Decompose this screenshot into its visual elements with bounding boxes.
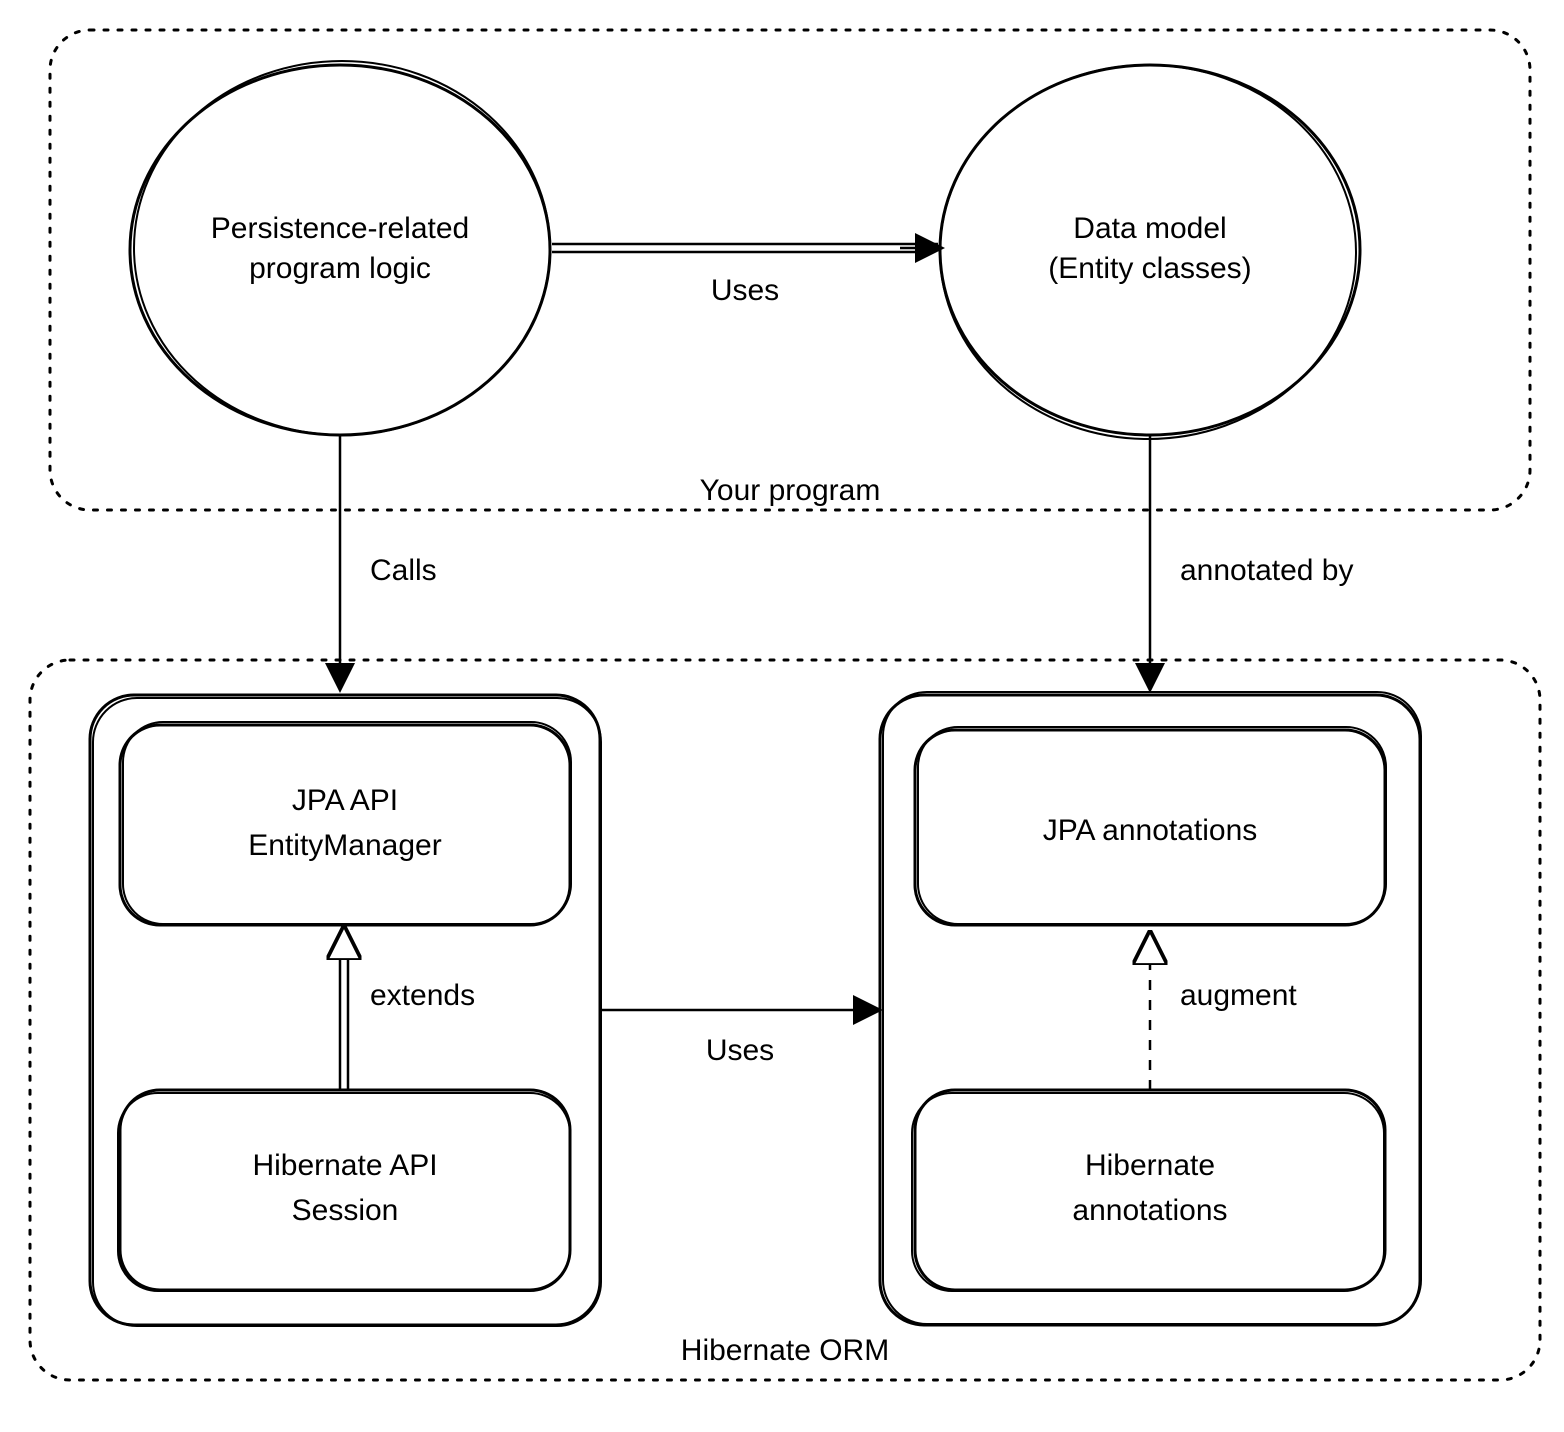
edge-extends-label: extends — [370, 979, 475, 1012]
group-your-program-label: Your program — [700, 474, 881, 507]
node-jpa-annotations-line1: JPA annotations — [1043, 814, 1258, 847]
node-data-model: Data model (Entity classes) — [940, 65, 1360, 439]
node-jpa-api-line1: JPA API — [292, 784, 398, 817]
node-hibernate-annotations-line2: annotations — [1072, 1194, 1227, 1227]
node-hibernate-api-line1: Hibernate API — [252, 1149, 437, 1182]
group-hibernate-orm-label: Hibernate ORM — [681, 1334, 889, 1367]
node-jpa-api-line2: EntityManager — [248, 829, 441, 862]
architecture-diagram: Your program Persistence-related program… — [0, 0, 1564, 1432]
node-program-logic-line1: Persistence-related — [211, 212, 469, 245]
edge-uses-top-label: Uses — [711, 274, 779, 307]
node-program-logic: Persistence-related program logic — [130, 61, 550, 435]
node-jpa-annotations: JPA annotations — [915, 727, 1386, 925]
node-data-model-line2: (Entity classes) — [1048, 252, 1251, 285]
node-hibernate-api: Hibernate API Session — [118, 1090, 570, 1291]
edge-annotated-by-label: annotated by — [1180, 554, 1353, 587]
edge-augment-label: augment — [1180, 979, 1297, 1012]
node-hibernate-annotations: Hibernate annotations — [912, 1090, 1385, 1291]
node-data-model-line1: Data model — [1073, 212, 1226, 245]
edge-uses-bottom-label: Uses — [706, 1034, 774, 1067]
node-hibernate-annotations-line1: Hibernate — [1085, 1149, 1215, 1182]
node-hibernate-api-line2: Session — [292, 1194, 399, 1227]
node-jpa-api: JPA API EntityManager — [120, 722, 571, 925]
edge-annotated-by: annotated by — [1150, 436, 1353, 688]
node-program-logic-line2: program logic — [249, 252, 431, 285]
edge-uses-bottom: Uses — [602, 1010, 878, 1067]
edge-uses-top: Uses — [552, 244, 940, 307]
edge-calls: Calls — [340, 436, 437, 688]
edge-calls-label: Calls — [370, 554, 437, 587]
